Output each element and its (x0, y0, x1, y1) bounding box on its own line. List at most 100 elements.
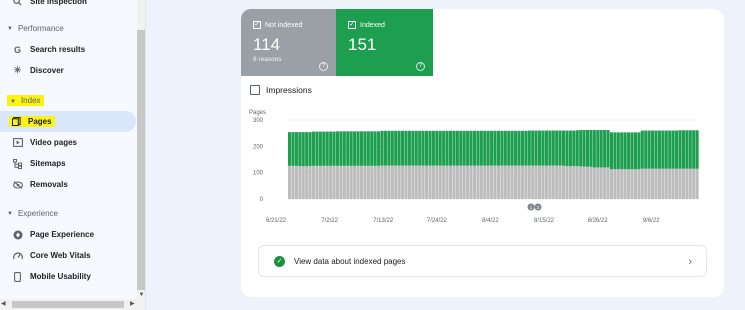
bar-not-indexed (630, 169, 634, 199)
bar-indexed (507, 130, 511, 166)
bar-indexed (301, 132, 305, 167)
bar-not-indexed (657, 168, 661, 199)
section-performance[interactable]: ▼ Performance (7, 24, 64, 33)
bar-not-indexed (685, 168, 689, 199)
bar-indexed (688, 130, 692, 169)
bar-not-indexed (620, 169, 624, 199)
sidebar-item-pages[interactable]: Pages (0, 111, 136, 132)
bar-not-indexed (353, 165, 357, 199)
section-index[interactable]: ▼ Index (7, 95, 44, 106)
scroll-left-arrow-icon[interactable]: ◀ (1, 300, 6, 307)
sidebar-item-page-experience[interactable]: Page Experience (0, 224, 136, 245)
scroll-right-arrow-icon[interactable]: ▶ (130, 300, 135, 307)
bar-indexed (510, 130, 514, 166)
bar-not-indexed (613, 169, 617, 199)
sidebar-item-site-inspection[interactable]: Site inspection (0, 0, 136, 12)
bar-indexed (575, 130, 579, 167)
bar-indexed (606, 130, 610, 168)
bar-indexed (678, 130, 682, 169)
sidebar-item-search-results[interactable]: G Search results (0, 39, 136, 60)
horizontal-scrollbar-thumb[interactable] (12, 301, 124, 308)
bar-not-indexed (311, 165, 316, 199)
indexed-label: Indexed (360, 21, 385, 29)
bar-indexed (390, 130, 394, 166)
bar-not-indexed (548, 165, 552, 199)
bar-indexed (627, 132, 631, 170)
bar-not-indexed (616, 169, 620, 199)
view-indexed-pages-button[interactable]: ✓ View data about indexed pages › (258, 245, 707, 277)
bar-indexed (315, 131, 319, 166)
bar-not-indexed (452, 165, 456, 199)
bar-not-indexed (606, 167, 610, 199)
bar-not-indexed (479, 165, 483, 199)
removals-icon (12, 179, 23, 190)
bar-indexed (469, 130, 473, 166)
bar-indexed (675, 130, 679, 169)
sidebar-item-label: Video pages (30, 138, 77, 147)
bar-indexed (332, 131, 336, 166)
sidebar-item-label: Pages (28, 117, 52, 126)
check-circle-icon: ✓ (274, 256, 285, 267)
bar-not-indexed (325, 165, 329, 199)
bar-not-indexed (366, 165, 370, 199)
bar-indexed (308, 132, 312, 167)
bar-indexed (298, 132, 302, 167)
bar-indexed (644, 130, 648, 169)
sidebar-item-mobile-usability[interactable]: Mobile Usability (0, 266, 136, 287)
bar-not-indexed (349, 165, 353, 199)
bar-not-indexed (298, 166, 302, 199)
bar-indexed (544, 130, 548, 166)
bar-indexed (459, 130, 463, 166)
help-icon[interactable]: ? (416, 62, 425, 71)
search-icon (12, 0, 23, 7)
x-tick-label: 6/21/22 (266, 218, 287, 224)
bar-indexed (630, 132, 634, 170)
sidebar-item-label: Core Web Vitals (30, 251, 91, 260)
not-indexed-tile[interactable]: ✓ Not indexed 114 8 reasons ? (241, 9, 336, 76)
bar-indexed (534, 130, 538, 166)
bar-indexed (616, 132, 620, 170)
bar-indexed (527, 130, 531, 166)
bar-indexed (318, 131, 322, 166)
bar-indexed (452, 130, 456, 166)
section-label: Performance (17, 24, 64, 33)
bar-not-indexed (558, 165, 562, 199)
bar-not-indexed (572, 166, 576, 199)
bar-indexed (466, 130, 470, 166)
bar-indexed (483, 130, 487, 166)
bar-not-indexed (596, 167, 600, 199)
sidebar-item-core-web-vitals[interactable]: Core Web Vitals (0, 245, 136, 266)
bar-indexed (370, 131, 374, 166)
section-label: Index (20, 96, 41, 105)
bar-not-indexed (538, 165, 542, 199)
bar-not-indexed (517, 165, 521, 199)
chevron-right-icon: › (688, 256, 692, 268)
sidebar-item-discover[interactable]: ✳ Discover (0, 60, 136, 81)
bar-indexed (681, 130, 685, 169)
mobile-icon (12, 271, 23, 282)
vertical-scrollbar-thumb[interactable] (137, 30, 145, 290)
bar-not-indexed (339, 165, 343, 199)
section-experience[interactable]: ▼ Experience (7, 209, 58, 218)
checkbox-checked-icon[interactable]: ✓ (253, 21, 261, 29)
sidebar-item-removals[interactable]: Removals (0, 174, 136, 195)
bar-indexed (387, 130, 391, 166)
bar-not-indexed (305, 166, 309, 199)
bar-not-indexed (654, 168, 658, 199)
sidebar-item-video-pages[interactable]: Video pages (0, 132, 136, 153)
help-icon[interactable]: ? (319, 62, 328, 71)
impressions-toggle[interactable]: Impressions (250, 85, 312, 95)
bar-indexed (651, 130, 655, 169)
bar-indexed (373, 131, 377, 166)
impressions-checkbox[interactable] (250, 85, 260, 95)
bar-not-indexed (514, 165, 518, 199)
bar-indexed (568, 130, 572, 167)
indexed-tile[interactable]: ✓ Indexed 151 ? (336, 9, 433, 76)
sidebar-item-sitemaps[interactable]: Sitemaps (0, 153, 136, 174)
bar-not-indexed (469, 165, 473, 199)
bar-not-indexed (476, 165, 480, 199)
checkbox-checked-icon[interactable]: ✓ (348, 21, 356, 29)
bar-not-indexed (544, 165, 548, 199)
bar-not-indexed (390, 165, 394, 199)
bar-indexed (421, 130, 425, 166)
